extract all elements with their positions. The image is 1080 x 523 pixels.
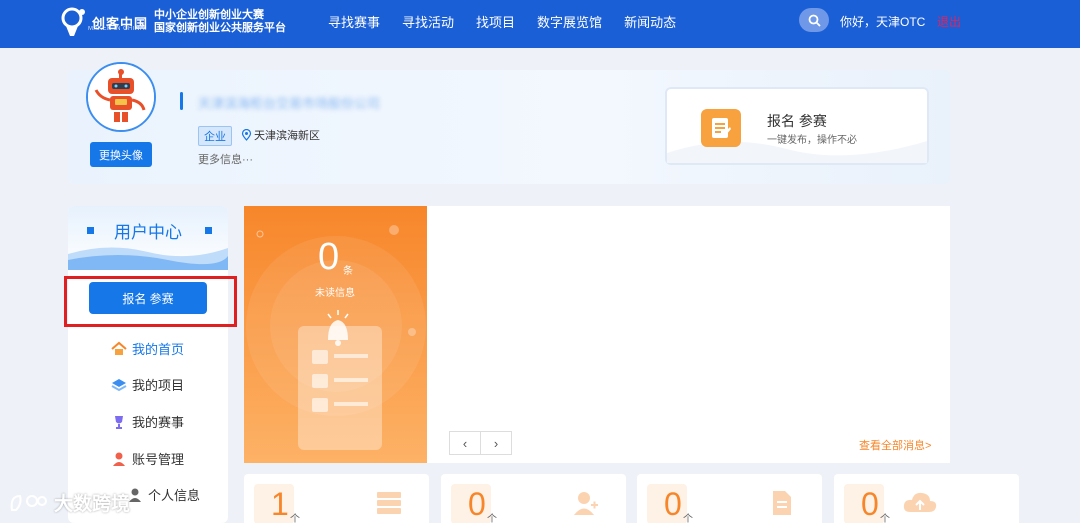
layers-icon [110,377,128,393]
change-avatar-button[interactable]: 更换头像 [90,142,152,167]
enroll-card-title: 报名 参赛 [767,113,827,129]
stat-unit: 个 [290,514,300,523]
stat-value: 0 [664,486,682,522]
user-greeting[interactable]: 你好，天津OTC [840,13,925,30]
logo-mark-icon [60,4,90,40]
sidebar-item-home[interactable]: 我的首页 [110,339,184,358]
location-pin-icon [241,129,252,141]
user-center-sidebar: 用户中心 [68,206,228,523]
slogan-line-2: 国家创新创业公共服务平台 [154,22,287,34]
robot-avatar-icon [88,64,154,130]
nav-find-projects[interactable]: 找项目 [476,12,515,31]
logo-slogan: 中小企业创新创业大赛 国家创新创业公共服务平台 [154,9,286,35]
watermark: 大数跨境 [8,489,130,516]
view-all-messages-link[interactable]: 查看全部消息> [859,437,931,453]
sidebar-item-label: 我的赛事 [132,415,185,430]
stat-unit: 个 [487,514,497,523]
sidebar-item-competitions[interactable]: 我的赛事 [110,412,184,431]
server-icon [377,492,401,514]
user-icon [110,451,128,467]
sidebar-title: 用户中心 [114,223,182,242]
next-page-button[interactable]: › [481,432,511,454]
search-icon [808,14,821,27]
company-name: 天津滨海柜台交易市场股份公司 [198,96,381,111]
unread-count-unit: 条 [343,266,353,277]
sidebar-item-label: 个人信息 [148,488,201,503]
stat-card-uploads[interactable]: 0 个 [834,474,1019,523]
sidebar-item-projects[interactable]: 我的项目 [110,375,184,394]
stat-unit: 个 [880,514,890,523]
location-text: 天津滨海新区 [254,130,320,142]
location: 天津滨海新区 [241,127,320,143]
sidebar-item-label: 我的首页 [132,342,185,357]
stat-card-projects[interactable]: 1 个 [244,474,429,523]
trophy-icon [110,414,128,430]
stat-value: 1 [271,486,289,522]
logo-brand-sub: MAKER IN CHINA [88,26,145,32]
stat-value: 0 [468,486,486,522]
avatar[interactable] [86,62,156,132]
nav-find-competitions[interactable]: 寻找赛事 [328,12,380,31]
unread-label: 未读信息 [315,288,355,299]
watermark-logo-icon [10,494,47,511]
slogan-line-1: 中小企业创新创业大赛 [154,9,265,21]
nav-digital-gallery[interactable]: 数字展览馆 [537,12,602,31]
user-add-icon [574,492,598,515]
enroll-card-subtitle: 一键发布，操作不必 [767,135,857,146]
enroll-card[interactable]: 报名 参赛 一键发布，操作不必 [665,87,929,165]
message-list-area [427,206,950,463]
stat-value: 0 [861,486,879,522]
site-logo[interactable]: 创客中国 MAKER IN CHINA 中小企业创新创业大赛 国家创新创业公共服… [60,4,286,40]
stat-card-members[interactable]: 0 个 [441,474,626,523]
stat-unit: 个 [683,514,693,523]
main-nav: 寻找赛事 寻找活动 找项目 数字展览馆 新闻动态 [328,12,698,31]
stat-card-documents[interactable]: 0 个 [637,474,822,523]
more-info-link[interactable]: 更多信息··· [198,151,253,167]
sidebar-item-profile[interactable]: 个人信息 [126,485,200,504]
search-button[interactable] [799,8,829,32]
cloud-upload-icon [903,492,937,512]
prev-page-button[interactable]: ‹ [450,432,481,454]
watermark-text: 大数跨境 [54,494,131,515]
enroll-document-icon [701,109,741,147]
document-icon [773,491,791,515]
home-icon [110,341,128,357]
nav-news[interactable]: 新闻动态 [624,12,676,31]
top-navbar: 创客中国 MAKER IN CHINA 中小企业创新创业大赛 国家创新创业公共服… [0,0,1080,48]
nav-find-activities[interactable]: 寻找活动 [402,12,454,31]
profile-card: 更换头像 天津滨海柜台交易市场股份公司 企业 天津滨海新区 更多信息··· 报名… [68,62,950,184]
message-pager: ‹ › [449,431,512,455]
logout-link[interactable]: 退出 [937,13,961,30]
unread-count: 0 [318,236,340,278]
title-accent-bar [180,92,183,110]
sidebar-header: 用户中心 [68,206,228,270]
sidebar-item-label: 账号管理 [132,452,185,467]
sidebar-item-account[interactable]: 账号管理 [110,449,184,468]
sidebar-wave-decoration [68,247,228,270]
entity-type-badge: 企业 [198,126,232,146]
sidebar-enroll-button[interactable]: 报名 参赛 [89,282,207,314]
sidebar-item-label: 我的项目 [132,378,185,393]
